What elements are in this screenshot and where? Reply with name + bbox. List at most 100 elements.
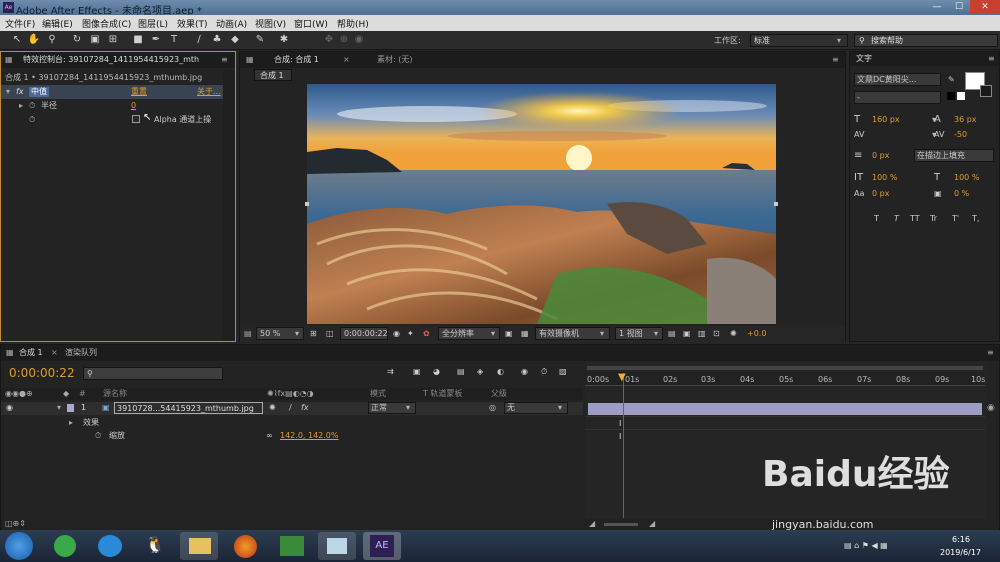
app-360-icon[interactable] <box>54 535 76 557</box>
channel-icon[interactable]: ✿ <box>423 329 430 339</box>
stroke-mode-select[interactable]: 在描边上填充 <box>914 149 994 162</box>
panel-menu-icon[interactable]: ▦ <box>6 348 14 358</box>
menu-animation[interactable]: 动画(A) <box>216 17 247 30</box>
axis-mode-icon[interactable]: ✥ <box>322 33 336 47</box>
scale-value[interactable]: 142.0, 142.0% <box>280 431 339 441</box>
pan-behind-tool-icon[interactable]: ⊞ <box>106 33 120 47</box>
motion-blur-icon[interactable]: ◈ <box>477 367 483 377</box>
toggle-pixel-icon[interactable]: ▤ <box>668 329 676 339</box>
tray-icons[interactable]: ▤ ⌂ ⚑ ◀ ▦ <box>844 541 888 551</box>
playhead-icon[interactable]: ▼ <box>618 373 626 383</box>
viewer-handle-left[interactable] <box>305 202 309 206</box>
help-search-input[interactable]: ⚲ 搜索帮助 <box>854 34 998 47</box>
timeline-timecode[interactable]: 0:00:00:22 <box>9 366 75 380</box>
puppet-tool-icon[interactable]: ✱ <box>277 33 291 47</box>
always-preview-icon[interactable]: ▤ <box>244 329 252 339</box>
effects-switch-icon[interactable]: fx <box>301 403 309 413</box>
draft-3d-icon[interactable]: ▣ <box>413 367 421 377</box>
menu-file[interactable]: 文件(F) <box>5 17 35 30</box>
timeline-icon[interactable]: ▥ <box>698 329 706 339</box>
alpha-channel-checkbox[interactable] <box>132 115 140 123</box>
eraser-tool-icon[interactable]: ◆ <box>228 33 242 47</box>
quality-switch-icon[interactable]: / <box>289 403 292 413</box>
current-time-indicator[interactable] <box>623 373 624 518</box>
app-media-icon[interactable] <box>98 535 122 557</box>
layer-row[interactable]: ◉ ▾ 1 ▣ 3910728...54415923_mthumb.jpg ✺ … <box>1 402 583 415</box>
black-swatch[interactable] <box>947 92 955 100</box>
leading-value[interactable]: 36 px <box>954 115 977 125</box>
exposure-value[interactable]: +0.0 <box>747 329 766 339</box>
qq-icon[interactable]: 🐧 <box>145 536 165 554</box>
composition-viewer[interactable] <box>307 84 776 324</box>
clock-date[interactable]: 2019/6/17 <box>940 548 981 558</box>
region-of-interest-icon[interactable]: ▣ <box>505 329 513 339</box>
timeline-zoom-slider[interactable] <box>604 523 638 526</box>
panel-options-icon[interactable]: ≡ <box>988 54 995 64</box>
comp-mini-flowchart-icon[interactable]: ⇉ <box>387 367 394 377</box>
layer-name-field[interactable]: 3910728...54415923_mthumb.jpg <box>114 402 263 414</box>
app-taskbar-button[interactable] <box>318 532 356 560</box>
menu-help[interactable]: 帮助(H) <box>337 17 369 30</box>
menu-edit[interactable]: 编辑(E) <box>42 17 73 30</box>
pen-tool-icon[interactable]: ✒ <box>149 33 163 47</box>
baseline-shift-value[interactable]: 0 px <box>872 189 889 199</box>
composition-tab[interactable]: 合成: 合成 1 <box>274 55 319 65</box>
panel-menu-icon[interactable]: ▦ <box>246 55 254 65</box>
menu-window[interactable]: 窗口(W) <box>294 17 328 30</box>
menu-composition[interactable]: 图像合成(C) <box>82 17 131 30</box>
radius-param-value[interactable]: 0 <box>131 101 136 111</box>
expand-triangle-icon[interactable]: ▸ <box>19 101 23 111</box>
effect-controls-tab[interactable]: 特效控制台: 39107284_1411954415923_mth <box>23 55 211 65</box>
pickwhip-icon[interactable]: ◎ <box>489 403 496 413</box>
auto-keyframe-icon[interactable]: ◉ <box>521 367 528 377</box>
close-tab-icon[interactable]: × <box>51 348 58 358</box>
clone-stamp-tool-icon[interactable]: ♣ <box>210 33 224 47</box>
comp-button-icon[interactable]: ◉ <box>987 403 999 415</box>
zoom-tool-icon[interactable]: ⚲ <box>45 33 59 47</box>
exposure-icon[interactable]: ✺ <box>730 329 737 339</box>
viewer-handle-right[interactable] <box>774 202 778 206</box>
source-name-header[interactable]: 源名称 <box>103 389 127 399</box>
expand-triangle-icon[interactable]: ▸ <box>69 418 73 428</box>
brainstorm-icon[interactable]: ◐ <box>497 367 504 377</box>
stroke-color-swatch[interactable] <box>980 85 992 97</box>
superscript-button[interactable]: T' <box>952 214 959 224</box>
expand-triangle-icon[interactable]: ▾ <box>57 403 61 413</box>
grid-icon[interactable]: ⊞ <box>310 329 317 339</box>
font-style-select[interactable]: - <box>854 91 941 104</box>
font-family-select[interactable]: 文鼎DC黄阳尖... <box>854 73 941 86</box>
timeline-graph[interactable]: 0:00s 01s 02s 03s 04s 05s 06s 07s 08s 09… <box>585 362 987 530</box>
menu-layer[interactable]: 图层(L) <box>138 17 168 30</box>
graph-editor-icon[interactable]: ⏱ <box>541 367 547 377</box>
brush-tool-icon[interactable]: / <box>192 33 206 47</box>
resolution-select[interactable]: 全分辨率 ▾ <box>438 327 500 340</box>
snapshot-icon[interactable]: ◉ <box>393 329 400 339</box>
work-area-bar[interactable] <box>587 366 983 370</box>
minimize-button[interactable]: — <box>926 0 948 14</box>
panel-menu-icon[interactable]: ▦ <box>5 55 13 65</box>
faux-bold-button[interactable]: T <box>874 214 879 224</box>
firefox-icon[interactable] <box>234 535 257 558</box>
horizontal-scale-value[interactable]: 100 % <box>954 173 979 183</box>
stopwatch-icon[interactable]: ⏱ <box>29 115 35 125</box>
tsume-value[interactable]: 0 % <box>954 189 969 199</box>
mask-tool-icon[interactable]: ■ <box>131 33 145 47</box>
view-axis-icon[interactable]: ◉ <box>352 33 366 47</box>
panel-options-icon[interactable]: ≡ <box>221 55 228 65</box>
effect-name[interactable]: 中值 <box>29 87 49 97</box>
all-caps-button[interactable]: TT <box>910 214 920 224</box>
layer-mode-select[interactable]: 正常 ▾ <box>368 402 416 414</box>
show-snapshot-icon[interactable]: ✦ <box>407 329 414 339</box>
eyedropper-icon[interactable]: ✎ <box>948 75 955 85</box>
flowchart-icon[interactable]: ⊡ <box>713 329 720 339</box>
stroke-width-value[interactable]: 0 px <box>872 151 889 161</box>
explorer-taskbar-button[interactable] <box>180 532 218 560</box>
character-tab[interactable]: 文字 <box>856 54 872 64</box>
selection-tool-icon[interactable]: ↖ <box>10 33 24 47</box>
layer-duration-bar[interactable] <box>588 403 982 415</box>
effect-row[interactable]: ▾ fx 中值 重置 关于... <box>1 85 235 99</box>
effects-group-label[interactable]: 效果 <box>83 418 99 428</box>
footage-tab[interactable]: 素材: (无) <box>377 55 412 65</box>
panel-options-icon[interactable]: ≡ <box>987 348 994 358</box>
layer-search-input[interactable]: ⚲ <box>83 367 223 380</box>
